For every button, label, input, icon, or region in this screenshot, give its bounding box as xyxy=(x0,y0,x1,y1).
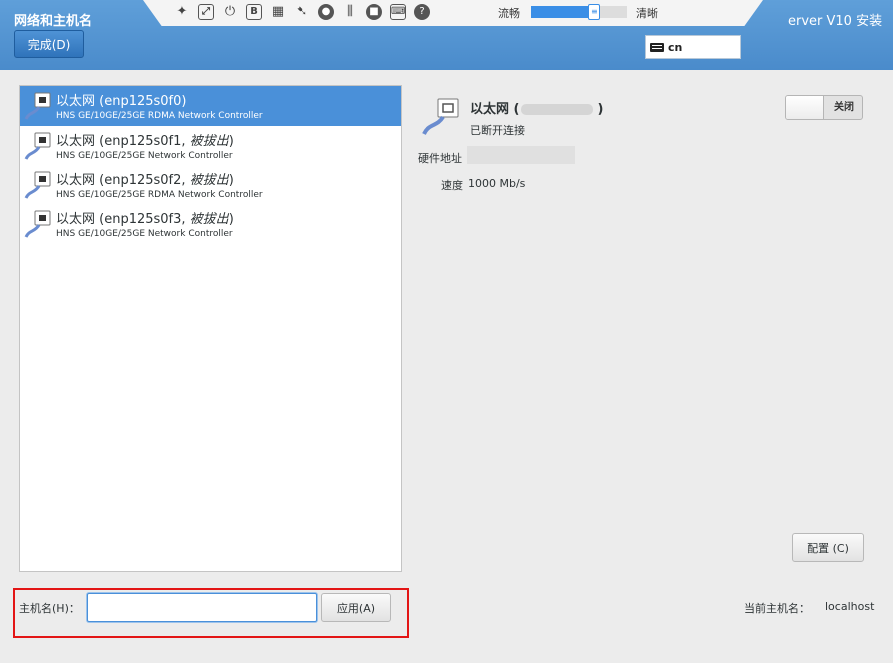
keyboard-icon xyxy=(650,42,664,52)
device-description: HNS GE/10GE/25GE Network Controller xyxy=(56,151,233,161)
device-name: 以太网 (enp125s0f3, 被拔出) xyxy=(56,212,234,227)
hostname-label: 主机名(H)： xyxy=(19,602,80,615)
usb-disk-icon[interactable]: ▦ xyxy=(270,4,286,20)
device-name: 以太网 (enp125s0f1, 被拔出) xyxy=(56,134,234,149)
connection-status: 已断开连接 xyxy=(470,124,525,137)
ethernet-icon xyxy=(422,98,459,135)
remote-console-toolbar: ✦ ⤢ ⏻ B ▦ ➷ ● ⫼ ■ ⌨ ? 流畅 ≡ 清晰 xyxy=(143,0,763,26)
pin-icon[interactable]: ✦ xyxy=(174,4,190,20)
camera-icon[interactable]: ■ xyxy=(366,4,382,20)
speed-label: 速度 xyxy=(441,179,463,192)
redacted-mask xyxy=(521,104,594,115)
configure-button[interactable]: 配置 (C) xyxy=(792,533,864,562)
device-row-enp125s0f3[interactable]: 以太网 (enp125s0f3, 被拔出) HNS GE/10GE/25GE N… xyxy=(20,204,401,244)
apply-button[interactable]: 应用(A) xyxy=(321,593,391,622)
ethernet-icon xyxy=(24,132,51,160)
usb-icon[interactable]: ⫼ xyxy=(342,4,358,20)
network-device-list: 以太网 (enp125s0f0) HNS GE/10GE/25GE RDMA N… xyxy=(19,85,402,572)
device-description: HNS GE/10GE/25GE RDMA Network Controller xyxy=(56,190,263,200)
quality-high-label: 清晰 xyxy=(636,7,658,20)
ethernet-icon xyxy=(24,92,51,120)
quality-slider[interactable]: ≡ xyxy=(531,4,627,20)
current-hostname-label: 当前主机名： xyxy=(744,602,810,615)
power-icon[interactable]: ⏻ xyxy=(222,4,238,20)
keyboard-icon[interactable]: ⌨ xyxy=(390,4,406,20)
ethernet-icon xyxy=(24,210,51,238)
pointer-icon[interactable]: ➷ xyxy=(294,4,310,20)
device-name: 以太网 (enp125s0f2, 被拔出) xyxy=(56,173,234,188)
done-button[interactable]: 完成(D) xyxy=(14,30,84,58)
disc-icon[interactable]: ● xyxy=(318,4,334,20)
help-icon[interactable]: ? xyxy=(414,4,430,20)
keyboard-layout-indicator[interactable]: cn xyxy=(645,35,741,59)
keyboard-layout-label: cn xyxy=(668,40,683,54)
connection-toggle[interactable]: 关闭 xyxy=(785,95,863,120)
hostname-input[interactable] xyxy=(87,593,317,622)
fullscreen-icon[interactable]: ⤢ xyxy=(198,4,214,20)
page-title: 网络和主机名 xyxy=(14,14,93,29)
hardware-address-redacted xyxy=(467,146,575,164)
quality-low-label: 流畅 xyxy=(498,7,520,20)
installer-title: erver V10 安装 xyxy=(788,14,883,29)
quality-slider-thumb[interactable]: ≡ xyxy=(588,4,601,20)
bold-b-icon[interactable]: B xyxy=(246,4,262,20)
speed-value: 1000 Mb/s xyxy=(468,177,526,190)
toggle-knob[interactable] xyxy=(786,96,824,119)
device-detail-name: 以太网 () xyxy=(470,102,604,117)
device-row-enp125s0f0[interactable]: 以太网 (enp125s0f0) HNS GE/10GE/25GE RDMA N… xyxy=(20,86,401,126)
device-description: HNS GE/10GE/25GE Network Controller xyxy=(56,229,233,239)
hardware-address-label: 硬件地址 xyxy=(418,152,462,165)
device-row-enp125s0f2[interactable]: 以太网 (enp125s0f2, 被拔出) HNS GE/10GE/25GE R… xyxy=(20,165,401,205)
quality-slider-fill xyxy=(531,6,595,18)
device-name: 以太网 (enp125s0f0) xyxy=(56,94,187,109)
device-row-enp125s0f1[interactable]: 以太网 (enp125s0f1, 被拔出) HNS GE/10GE/25GE N… xyxy=(20,126,401,166)
ethernet-icon xyxy=(24,171,51,199)
device-description: HNS GE/10GE/25GE RDMA Network Controller xyxy=(56,111,263,121)
toggle-label: 关闭 xyxy=(834,102,854,113)
current-hostname-value: localhost xyxy=(825,600,875,613)
